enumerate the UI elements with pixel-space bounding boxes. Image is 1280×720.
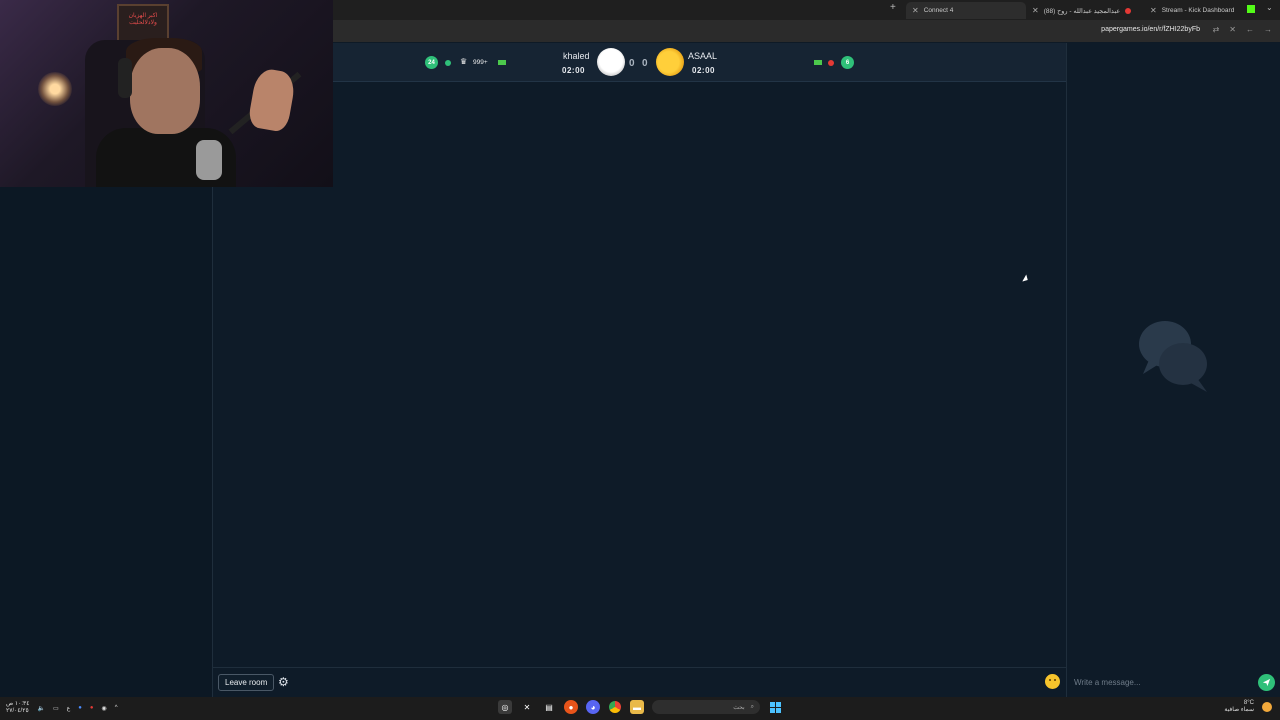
system-tray: ١٠:٣٤ ص ٢٧/٠٤/٢٥ 🔈 ▭ ع ● ● ◉ ^: [6, 701, 118, 715]
discord-tray-icon[interactable]: ◉: [101, 705, 106, 712]
translate-icon[interactable]: ⇄: [1213, 25, 1220, 34]
chat-bubbles-icon: [1139, 321, 1207, 392]
moon-icon: [1262, 702, 1272, 712]
weather-text: سماء صافية: [1224, 707, 1254, 713]
player1-avatar: [597, 48, 625, 76]
poster-text: اكبر الهزيان ولادلالحليت: [128, 13, 158, 26]
chat-panel: [1066, 43, 1280, 697]
online-status-dot: [445, 60, 451, 66]
player1-name: khaled: [563, 51, 590, 61]
game-board-area[interactable]: [213, 82, 1066, 667]
weather-temp: 8°C: [1243, 700, 1254, 706]
network-icon[interactable]: ▭: [53, 705, 59, 712]
discord-icon[interactable]: ◕: [586, 700, 600, 714]
search-icon: ⌕: [750, 703, 754, 710]
tab-label: Connect 4: [923, 7, 954, 14]
player1-timer: 02:00: [562, 66, 585, 75]
chevron-up-icon[interactable]: ^: [115, 705, 118, 711]
country-flag-icon: [814, 60, 822, 65]
game-footer: Leave room ⚙: [213, 667, 1066, 697]
tab-youtube[interactable]: ✕ (88) عبدالمجيد عبدالله - روح: [1026, 2, 1137, 19]
player2-score: 0: [642, 58, 648, 69]
webcam-overlay: اكبر الهزيان ولادلالحليت: [0, 0, 333, 187]
nav-buttons: ⇄ ✕ ← →: [1213, 25, 1272, 34]
player2-timer: 02:00: [692, 66, 715, 75]
clock-time: ١٠:٣٤ ص: [6, 701, 30, 707]
record-tray-icon[interactable]: ●: [90, 705, 94, 711]
country-flag-icon: [498, 60, 506, 65]
player2-name: ASAAL: [688, 51, 718, 61]
rank-label: 999+: [473, 59, 488, 66]
new-tab-icon[interactable]: +: [890, 2, 896, 13]
clock-date: ٢٧/٠٤/٢٥: [6, 708, 29, 714]
game-header: 24 ♛ 999+ khaled 02:00 0 0 ASAAL 02:00 6: [333, 43, 1066, 82]
close-icon[interactable]: ✕: [1229, 25, 1236, 34]
close-tab-icon[interactable]: ✕: [912, 6, 919, 15]
taskbar-apps: ◎ ✕ ▤ ● ◕ ▬ بحث ⌕: [498, 700, 782, 714]
capcut-icon[interactable]: ✕: [520, 700, 534, 714]
windows-start-icon[interactable]: [768, 700, 782, 714]
brave-icon[interactable]: ●: [564, 700, 578, 714]
kick-icon: [1247, 5, 1255, 13]
send-icon: [1262, 678, 1271, 687]
file-explorer-icon[interactable]: ▬: [630, 700, 644, 714]
widgets-icon[interactable]: ▤: [542, 700, 556, 714]
tab-label: (88) عبدالمجيد عبدالله - روح: [1043, 7, 1121, 15]
crown-icon: ♛: [460, 57, 468, 66]
microphone: [196, 140, 222, 180]
gear-icon[interactable]: ⚙: [278, 675, 289, 689]
lamp-light: [38, 72, 72, 106]
forward-icon[interactable]: ←: [1246, 25, 1254, 34]
tab-connect4[interactable]: ✕ Connect 4: [906, 2, 1026, 19]
volume-icon[interactable]: 🔈: [37, 705, 44, 712]
windows-taskbar: ١٠:٣٤ ص ٢٧/٠٤/٢٥ 🔈 ▭ ع ● ● ◉ ^ ◎ ✕ ▤ ● ◕…: [0, 697, 1280, 720]
weather-widget[interactable]: 8°C سماء صافية: [1224, 700, 1272, 714]
language-icon[interactable]: ع: [67, 705, 71, 712]
close-tab-icon[interactable]: ✕: [1150, 6, 1157, 15]
streamer-hand: [247, 66, 297, 134]
mic-tray-icon[interactable]: ●: [78, 705, 82, 711]
level-badge: 24: [425, 56, 438, 69]
emoji-icon[interactable]: [1045, 674, 1060, 689]
player1-score: 0: [629, 58, 635, 69]
search-text: بحث: [733, 704, 745, 711]
close-tab-icon[interactable]: ✕: [1032, 6, 1039, 15]
clock[interactable]: ١٠:٣٤ ص ٢٧/٠٤/٢٥: [6, 701, 29, 715]
send-button[interactable]: [1258, 674, 1275, 691]
streamer-face: [130, 48, 200, 134]
chrome-icon[interactable]: [608, 700, 622, 714]
leave-room-button[interactable]: Leave room: [218, 674, 275, 691]
back-icon[interactable]: →: [1264, 25, 1272, 34]
left-panel: [0, 187, 213, 697]
offline-status-dot: [828, 60, 834, 66]
youtube-icon: [1125, 7, 1132, 14]
url-field[interactable]: papergames.io/en/r/fZHI22byFb: [1101, 26, 1200, 33]
taskbar-search[interactable]: بحث ⌕: [652, 700, 760, 714]
tab-label: Stream - Kick Dashboard: [1161, 7, 1235, 14]
chat-message-input[interactable]: [1068, 672, 1253, 692]
level-badge: 6: [841, 56, 854, 69]
obs-icon[interactable]: ◎: [498, 700, 512, 714]
tab-search-icon[interactable]: ⌄: [1266, 3, 1273, 12]
tab-kick[interactable]: ✕ Stream - Kick Dashboard: [1144, 2, 1240, 19]
headset: [118, 58, 132, 98]
player2-avatar: [656, 48, 684, 76]
